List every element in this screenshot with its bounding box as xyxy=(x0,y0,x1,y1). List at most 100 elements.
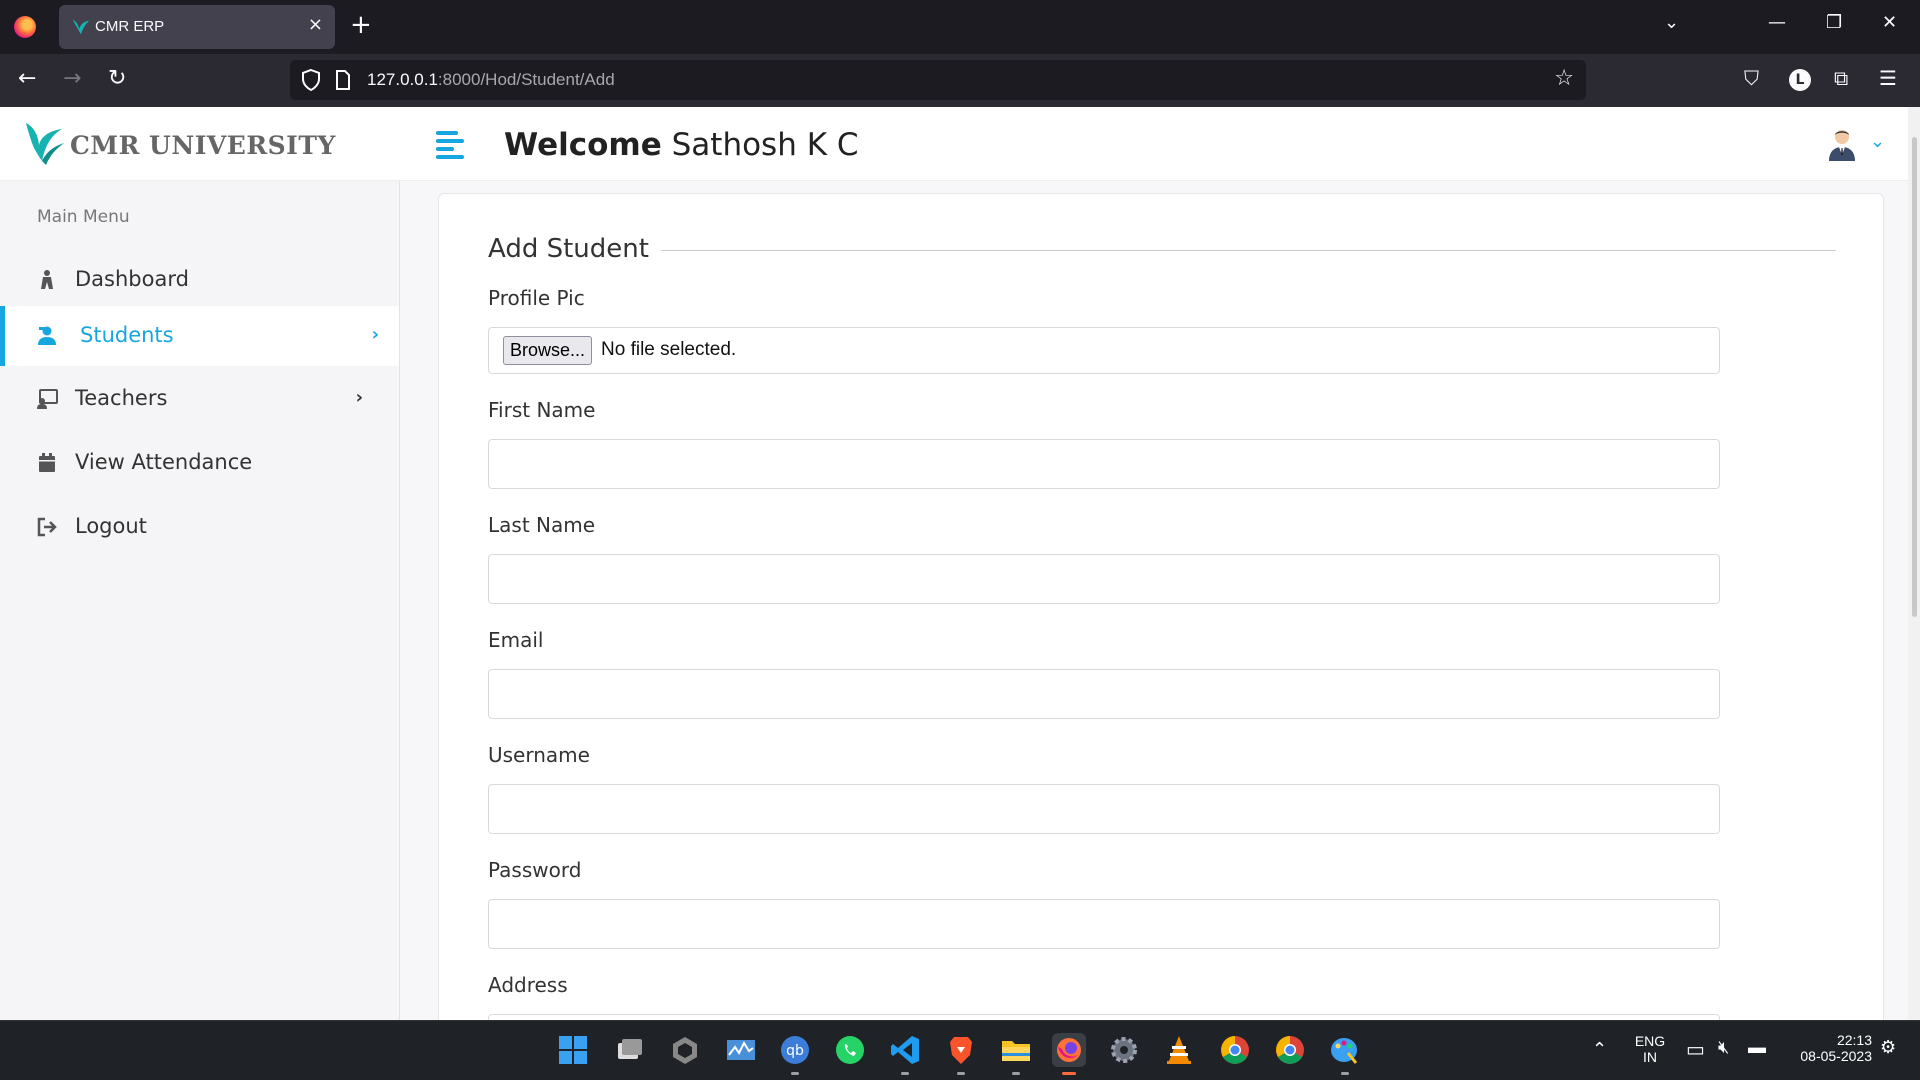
last-name-label: Last Name xyxy=(488,513,596,537)
sidebar: CMR UNIVERSITY Main Menu Dashboard Stude… xyxy=(0,107,400,1020)
clock-time: 22:13 xyxy=(1836,1032,1872,1048)
notifications-icon[interactable]: ⚙︎ xyxy=(1880,1037,1896,1058)
students-icon xyxy=(38,326,56,345)
firefox-taskbar-icon[interactable] xyxy=(1052,1033,1086,1075)
scrollbar[interactable] xyxy=(1908,107,1920,1020)
password-field[interactable] xyxy=(488,899,1720,949)
file-explorer-icon[interactable] xyxy=(999,1033,1033,1075)
top-header: Welcome Sathosh K C ⌄ xyxy=(400,107,1920,181)
network-icon[interactable]: ▭ xyxy=(1686,1037,1705,1062)
clock-date: 08-05-2023 xyxy=(1800,1048,1872,1064)
profile-pic-label: Profile Pic xyxy=(488,286,585,310)
sidebar-item-label: Dashboard xyxy=(75,267,189,291)
close-window-button[interactable]: ✕ xyxy=(1882,12,1897,33)
chevron-right-icon: › xyxy=(355,387,363,408)
chrome-profile-icon[interactable] xyxy=(1273,1033,1307,1067)
card-header: Add Student xyxy=(488,234,1836,266)
language-indicator[interactable]: ENG IN xyxy=(1630,1033,1670,1065)
whatsapp-icon[interactable] xyxy=(833,1033,867,1067)
sidebar-item-label: Logout xyxy=(75,514,147,538)
chevron-right-icon: › xyxy=(371,324,379,345)
settings-icon[interactable] xyxy=(1107,1033,1141,1067)
forward-icon[interactable]: → xyxy=(63,66,81,91)
page-title: Welcome Sathosh K C xyxy=(504,127,859,163)
url-text[interactable]: 127.0.0.1:8000/Hod/Student/Add xyxy=(367,70,615,90)
profile-pic-file-input[interactable]: Browse... No file selected. xyxy=(488,327,1720,374)
password-label: Password xyxy=(488,858,582,882)
tab-favicon-icon xyxy=(72,19,90,35)
svg-text:qb: qb xyxy=(786,1043,804,1059)
sidebar-item-label: Teachers xyxy=(75,386,168,410)
show-hidden-icons-chevron-up-icon[interactable]: ⌃ xyxy=(1592,1039,1607,1060)
username-field[interactable] xyxy=(488,784,1720,834)
browser-tab-bar: CMR ERP × + ⌄ — ❐ ✕ xyxy=(0,0,1920,54)
back-icon[interactable]: ← xyxy=(18,66,36,91)
task-view-icon[interactable] xyxy=(612,1033,646,1067)
start-icon[interactable] xyxy=(556,1033,590,1067)
sidebar-toggle-icon[interactable] xyxy=(436,131,466,159)
app: CMR UNIVERSITY Main Menu Dashboard Stude… xyxy=(0,107,1920,1064)
minimize-button[interactable]: — xyxy=(1768,12,1786,33)
bookmark-star-icon[interactable]: ☆ xyxy=(1554,66,1574,91)
sidebar-item-dashboard[interactable]: Dashboard xyxy=(0,250,399,310)
sidebar-item-teachers[interactable]: Teachers › xyxy=(0,369,399,429)
add-student-card: Add Student Profile Pic Browse... No fil… xyxy=(438,193,1884,1064)
tracking-shield-icon[interactable] xyxy=(300,68,322,92)
reload-icon[interactable]: ↻ xyxy=(108,66,126,91)
address-bar[interactable]: 127.0.0.1:8000/Hod/Student/Add ☆ xyxy=(290,60,1586,100)
scrollbar-thumb[interactable] xyxy=(1912,137,1917,617)
logout-icon xyxy=(37,517,57,537)
calendar-icon xyxy=(39,453,55,472)
windows-taskbar: qb ⌃ ENG IN ▭ 🔇︎ ▬ 22:13 08-05-2023 ⚙︎ xyxy=(0,1020,1920,1080)
chevron-down-icon[interactable]: ⌄ xyxy=(1870,131,1885,152)
email-label: Email xyxy=(488,628,544,652)
vlc-icon[interactable] xyxy=(1162,1033,1196,1067)
tab-close-icon[interactable]: × xyxy=(308,14,323,35)
clock[interactable]: 22:13 08-05-2023 xyxy=(1782,1032,1872,1064)
menu-icon[interactable]: ☰ xyxy=(1879,66,1897,90)
browse-button[interactable]: Browse... xyxy=(503,336,593,365)
battery-icon[interactable]: ▬ xyxy=(1748,1037,1766,1058)
username-label: Username xyxy=(488,743,590,767)
restore-button[interactable]: ❐ xyxy=(1826,12,1842,33)
qbittorrent-icon[interactable]: qb xyxy=(778,1033,812,1075)
user-name: Sathosh K C xyxy=(671,127,859,163)
sidebar-item-label: Students xyxy=(80,323,174,347)
browser-nav-bar: ← → ↻ 127.0.0.1:8000/Hod/Student/Add ☆ ⛉… xyxy=(0,54,1920,107)
tab-title: CMR ERP xyxy=(95,18,165,35)
account-icon[interactable]: L xyxy=(1789,69,1811,91)
list-all-tabs-icon[interactable]: ⌄ xyxy=(1664,12,1679,33)
address-label: Address xyxy=(488,973,568,997)
menu-title: Main Menu xyxy=(37,207,130,227)
unity-hub-icon[interactable] xyxy=(668,1033,702,1067)
resource-monitor-icon[interactable] xyxy=(724,1033,758,1067)
sidebar-item-students[interactable]: Students › xyxy=(0,306,399,366)
vscode-icon[interactable] xyxy=(888,1033,922,1075)
dashboard-icon xyxy=(41,270,53,289)
logo-area: CMR UNIVERSITY xyxy=(0,107,400,181)
form-title: Add Student xyxy=(488,234,661,264)
sidebar-item-label: View Attendance xyxy=(75,450,253,474)
chrome-icon[interactable] xyxy=(1218,1033,1252,1067)
avatar[interactable] xyxy=(1826,127,1858,161)
email-field[interactable] xyxy=(488,669,1720,719)
main-content: Welcome Sathosh K C ⌄ Add Student Profil… xyxy=(400,107,1920,1064)
first-name-field[interactable] xyxy=(488,439,1720,489)
extensions-icon[interactable]: ⧉ xyxy=(1834,66,1848,90)
sidebar-item-view-attendance[interactable]: View Attendance xyxy=(0,433,399,493)
pocket-icon[interactable]: ⛉ xyxy=(1744,66,1759,90)
sidebar-item-logout[interactable]: Logout xyxy=(0,497,399,557)
firefox-icon[interactable] xyxy=(14,16,36,38)
cmr-logo-bird-icon[interactable] xyxy=(24,119,66,167)
divider xyxy=(656,250,1836,251)
last-name-field[interactable] xyxy=(488,554,1720,604)
volume-muted-icon[interactable]: 🔇︎ xyxy=(1718,1037,1729,1058)
first-name-label: First Name xyxy=(488,398,596,422)
page-info-icon[interactable] xyxy=(334,69,352,91)
paint-icon[interactable] xyxy=(1328,1033,1362,1075)
new-tab-button[interactable]: + xyxy=(350,10,372,40)
logo-text[interactable]: CMR UNIVERSITY xyxy=(70,131,336,160)
teachers-icon xyxy=(37,389,58,409)
brave-icon[interactable] xyxy=(944,1033,978,1075)
browser-tab[interactable]: CMR ERP × xyxy=(59,5,335,49)
